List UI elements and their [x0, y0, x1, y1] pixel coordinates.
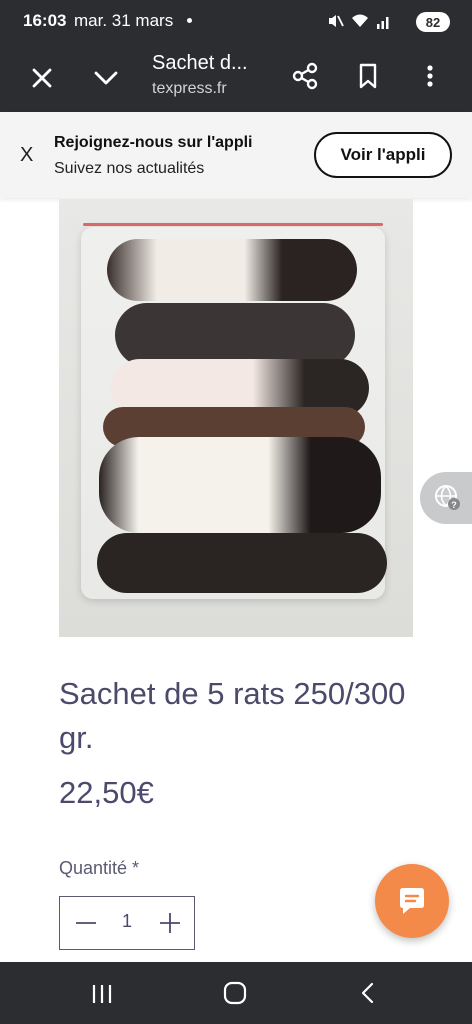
banner-subtitle: Suivez nos actualités	[54, 160, 205, 177]
bookmark-icon[interactable]	[352, 60, 384, 92]
svg-text:?: ?	[451, 500, 457, 510]
open-app-button[interactable]: Voir l'appli	[314, 132, 452, 178]
battery-indicator: 82	[416, 12, 450, 32]
bag-zip	[83, 223, 383, 226]
quantity-stepper: 1	[59, 896, 195, 950]
status-date: mar. 31 mars	[74, 11, 174, 30]
share-icon[interactable]	[289, 60, 321, 92]
signal-icon	[377, 17, 389, 29]
product-price: 22,50€	[59, 775, 154, 810]
rat-shape	[99, 437, 381, 533]
tab-url[interactable]: texpress.fr	[152, 80, 227, 98]
banner-close-button[interactable]: X	[20, 144, 33, 167]
recents-icon[interactable]	[88, 980, 116, 1008]
rat-shape	[97, 533, 387, 593]
rat-shape	[107, 239, 357, 301]
quantity-label: Quantité *	[59, 858, 140, 878]
chat-button[interactable]	[375, 864, 449, 938]
back-icon[interactable]	[354, 979, 382, 1007]
rat-shape	[115, 303, 355, 367]
close-icon[interactable]	[26, 62, 58, 94]
notification-dot-icon	[187, 18, 192, 23]
banner-title: Rejoignez-nous sur l'appli	[54, 134, 253, 151]
home-icon[interactable]	[220, 978, 250, 1008]
product-title: Sachet de 5 rats 250/300 gr.	[59, 676, 406, 755]
app-banner: X Rejoignez-nous sur l'appli Suivez nos …	[0, 112, 472, 198]
system-nav-bar	[0, 962, 472, 1024]
chat-bubble-icon	[400, 888, 424, 914]
globe-question-icon: ?	[435, 485, 460, 510]
more-vert-icon[interactable]	[414, 60, 446, 92]
status-bar: 16:03 mar. 31 mars 82	[0, 0, 472, 44]
quantity-value[interactable]: 1	[116, 911, 138, 932]
status-time: 16:03	[23, 11, 67, 30]
mute-icon	[329, 15, 344, 27]
wifi-icon	[352, 14, 368, 27]
custom-tab-toolbar: Sachet d... texpress.fr	[0, 44, 472, 112]
screen: 16:03 mar. 31 mars 82 Sachet d... texpre…	[0, 0, 472, 1024]
minus-icon[interactable]	[74, 911, 98, 935]
status-icons	[326, 12, 392, 30]
plus-icon[interactable]	[158, 911, 182, 935]
chevron-down-icon[interactable]	[90, 62, 122, 94]
tab-title: Sachet d...	[152, 52, 248, 74]
translate-button[interactable]: ?	[420, 472, 472, 524]
product-image[interactable]	[59, 199, 413, 637]
